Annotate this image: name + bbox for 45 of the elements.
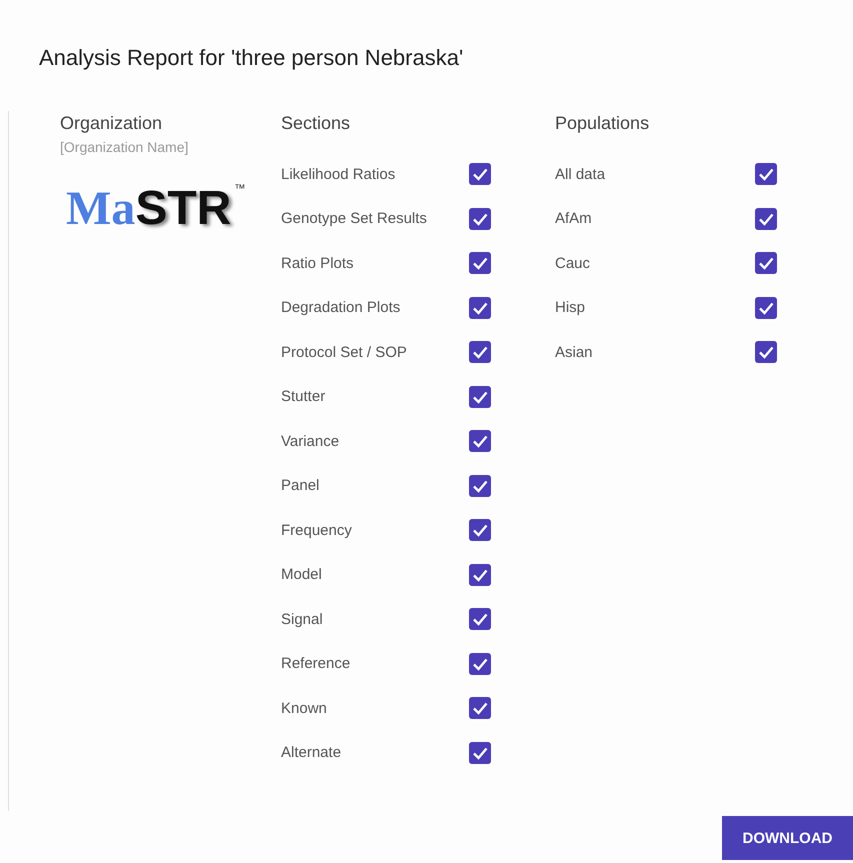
checkbox[interactable] (469, 608, 491, 630)
column-heading: Populations (555, 112, 650, 135)
checkbox-label: Model (281, 566, 322, 584)
checkbox-label: Panel (281, 477, 320, 494)
checkbox-label: Alternate (281, 744, 342, 762)
checkbox-label: Frequency (281, 522, 352, 539)
checkbox[interactable] (469, 208, 491, 230)
column-heading: Sections (281, 112, 352, 135)
checkbox[interactable] (469, 386, 491, 408)
organization-name: [Organization Name] (60, 139, 190, 155)
checkbox-label: Protocol Set / SOP (281, 344, 407, 361)
logo: MaSTR™ (66, 183, 246, 235)
checkbox[interactable] (469, 252, 491, 274)
checkbox-label: Signal (281, 610, 323, 628)
checkbox[interactable] (469, 296, 491, 319)
checkbox-label: Variance (281, 432, 340, 450)
checkbox-label: Stutter (281, 388, 326, 406)
checkbox-label: Asian (555, 344, 593, 361)
column-heading: Organization (60, 112, 164, 135)
checkbox-label: Cauc (555, 254, 590, 272)
checkbox-label: Hisp (555, 299, 586, 316)
checkbox-label: Reference (281, 655, 350, 672)
checkbox[interactable] (755, 296, 777, 319)
checkbox[interactable] (469, 474, 491, 497)
checkbox[interactable] (469, 519, 491, 542)
checkbox[interactable] (469, 564, 491, 586)
checkbox[interactable] (755, 208, 777, 230)
checkbox-label: Known (281, 700, 327, 717)
checkbox-label: Genotype Set Results (281, 210, 427, 228)
checkbox[interactable] (469, 341, 491, 364)
checkbox-label: AfAm (555, 210, 592, 228)
checkbox-label: All data (555, 166, 606, 183)
checkbox-label: Likelihood Ratios (281, 166, 396, 183)
checkbox[interactable] (469, 430, 491, 452)
dialog-title: Analysis Report for 'three person Nebraska' (38, 44, 464, 72)
checkbox[interactable] (755, 163, 777, 186)
download-button[interactable]: DOWNLOAD (722, 816, 853, 860)
checkbox[interactable] (755, 252, 777, 274)
checkbox-label: Degradation Plots (281, 299, 400, 316)
checkbox[interactable] (469, 697, 491, 720)
checkbox[interactable] (755, 341, 777, 364)
checkbox[interactable] (469, 652, 491, 675)
checkbox-label: Ratio Plots (281, 254, 354, 272)
checkbox[interactable] (469, 163, 491, 186)
checkbox[interactable] (469, 742, 491, 764)
